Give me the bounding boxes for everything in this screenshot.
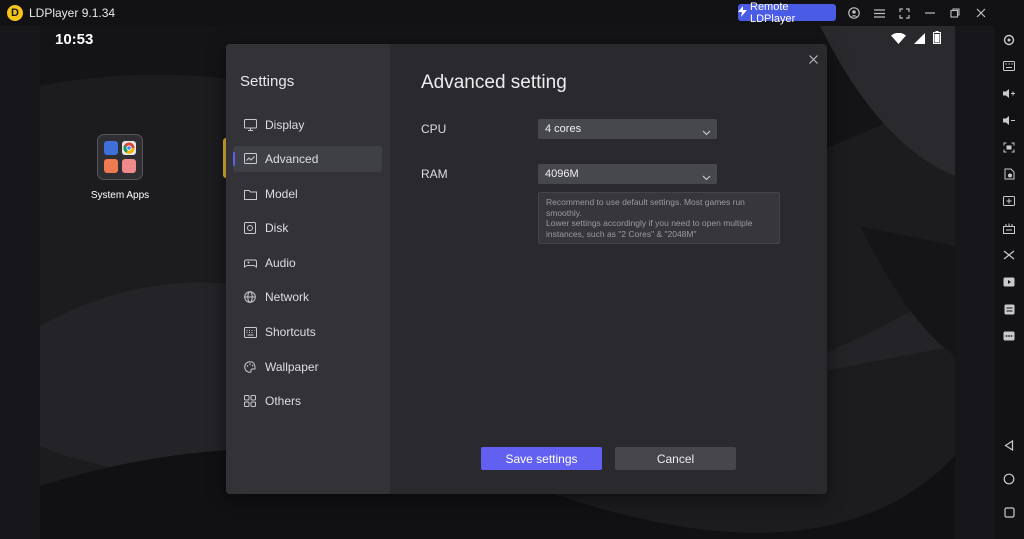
nav-item-label: Model xyxy=(265,187,298,201)
monitor-icon xyxy=(243,118,257,132)
nav-item-network[interactable]: Network xyxy=(233,284,382,310)
nav-item-others[interactable]: Others xyxy=(233,388,382,414)
apk-install-icon[interactable] xyxy=(1001,166,1017,182)
settings-title: Settings xyxy=(240,73,295,90)
cancel-button[interactable]: Cancel xyxy=(615,447,736,470)
globe-icon xyxy=(243,290,257,304)
nav-item-audio[interactable]: Audio xyxy=(233,250,382,276)
nav-item-label: Network xyxy=(265,290,310,304)
status-bar-icons xyxy=(891,31,941,49)
ram-label: RAM xyxy=(421,167,448,181)
more-options-icon[interactable] xyxy=(1001,328,1017,344)
folder-icon xyxy=(243,187,257,201)
nav-item-label: Advanced xyxy=(265,152,319,166)
nav-item-label: Others xyxy=(265,394,302,408)
account-icon[interactable] xyxy=(846,5,862,21)
volume-up-icon[interactable] xyxy=(1001,85,1017,101)
nav-item-model[interactable]: Model xyxy=(233,181,382,207)
cpu-select[interactable]: 4 cores xyxy=(538,119,717,139)
scissors-icon[interactable] xyxy=(1001,247,1017,263)
video-record-icon[interactable] xyxy=(1001,274,1017,290)
grid-icon xyxy=(243,394,257,408)
nav-item-label: Audio xyxy=(265,256,296,270)
palette-icon xyxy=(243,360,257,374)
lightning-icon xyxy=(738,5,747,20)
settings-dialog: Settings Display Advanced Model Disk Aud… xyxy=(226,44,827,494)
dialog-close-icon[interactable] xyxy=(806,52,820,66)
keyboard-icon xyxy=(243,325,257,339)
nav-item-label: Disk xyxy=(265,221,289,235)
nav-item-disk[interactable]: Disk xyxy=(233,215,382,241)
app-title: LDPlayer 9.1.34 xyxy=(29,6,116,20)
nav-item-label: Display xyxy=(265,118,305,132)
recent-apps-icon[interactable] xyxy=(1001,504,1017,520)
screenshot-icon[interactable] xyxy=(1001,139,1017,155)
volume-down-icon[interactable] xyxy=(1001,112,1017,128)
system-apps-label: System Apps xyxy=(90,190,150,201)
system-apps-folder-icon[interactable] xyxy=(97,134,143,180)
battery-icon xyxy=(933,31,941,49)
gallery-app-icon xyxy=(104,159,118,173)
ram-select-value: 4096M xyxy=(545,168,579,180)
gamepad-icon xyxy=(243,256,257,270)
nav-item-shortcuts[interactable]: Shortcuts xyxy=(233,319,382,345)
content-title: Advanced setting xyxy=(421,72,567,93)
right-toolbar xyxy=(995,26,1024,539)
chrome-app-icon xyxy=(122,141,136,155)
save-settings-button[interactable]: Save settings xyxy=(481,447,602,470)
cpu-label: CPU xyxy=(421,122,447,136)
title-bar: D LDPlayer 9.1.34 Remote LDPlayer xyxy=(0,0,1024,26)
add-file-icon[interactable] xyxy=(1001,193,1017,209)
fullscreen-icon[interactable] xyxy=(896,5,912,21)
hint-text-line1: Recommend to use default settings. Most … xyxy=(546,197,745,218)
chevron-down-icon xyxy=(702,169,711,187)
signal-icon xyxy=(914,31,925,49)
settings-hint-box: Recommend to use default settings. Most … xyxy=(538,192,780,244)
close-icon[interactable] xyxy=(973,5,989,21)
restore-icon[interactable] xyxy=(947,5,963,21)
remote-ldplayer-label: Remote LDPlayer xyxy=(750,0,796,25)
back-icon[interactable] xyxy=(1001,437,1017,453)
status-bar-clock: 10:53 xyxy=(55,31,94,48)
wifi-icon xyxy=(891,31,906,49)
ram-select[interactable]: 4096M xyxy=(538,164,717,184)
chart-icon xyxy=(243,152,257,166)
keyboard-mapping-icon[interactable] xyxy=(1001,58,1017,74)
nav-item-advanced[interactable]: Advanced xyxy=(233,146,382,172)
settings-nav: Settings Display Advanced Model Disk Aud… xyxy=(226,44,390,494)
cpu-select-value: 4 cores xyxy=(545,123,582,135)
sync-icon[interactable] xyxy=(1001,301,1017,317)
nav-item-wallpaper[interactable]: Wallpaper xyxy=(233,354,382,380)
home-icon[interactable] xyxy=(1001,471,1017,487)
rotate-icon[interactable] xyxy=(1001,32,1017,48)
settings-app-icon xyxy=(104,141,118,155)
nav-item-label: Shortcuts xyxy=(265,325,316,339)
chevron-down-icon xyxy=(702,124,711,142)
remote-ldplayer-button[interactable]: Remote LDPlayer xyxy=(738,1,836,25)
photos-app-icon xyxy=(122,159,136,173)
minimize-icon[interactable] xyxy=(922,5,938,21)
nav-item-display[interactable]: Display xyxy=(233,112,382,138)
logo-glyph: D xyxy=(11,7,19,19)
disk-icon xyxy=(243,221,257,235)
ldplayer-logo-icon: D xyxy=(7,5,23,21)
macro-icon[interactable] xyxy=(1001,220,1017,236)
hint-text-line2: Lower settings accordingly if you need t… xyxy=(546,218,753,239)
nav-item-label: Wallpaper xyxy=(265,360,319,374)
menu-icon[interactable] xyxy=(871,5,887,21)
